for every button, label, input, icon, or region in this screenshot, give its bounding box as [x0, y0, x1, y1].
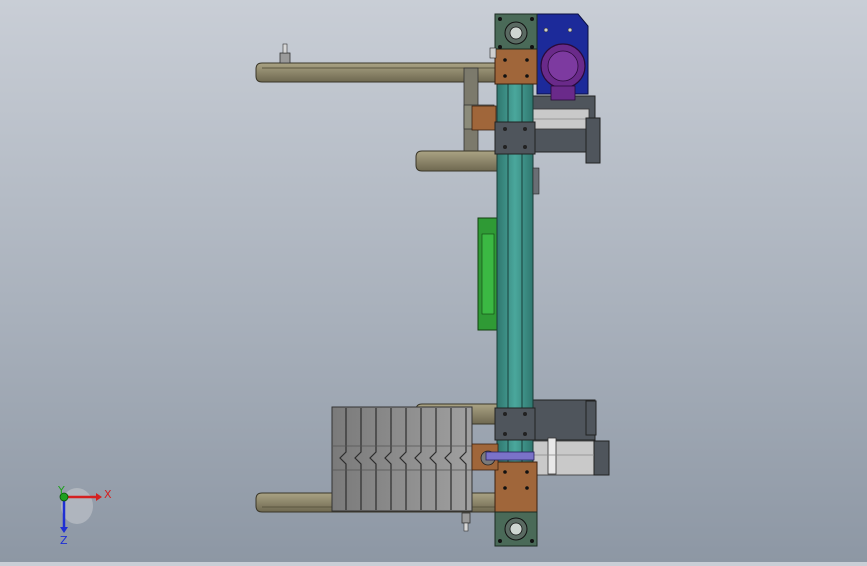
x-axis-label: X: [104, 488, 112, 501]
cad-viewport[interactable]: X Y Z: [0, 0, 867, 562]
upper-right-bracket: [532, 95, 601, 164]
top-motor: [536, 13, 589, 101]
lower-right-bracket: [532, 399, 610, 476]
upper-short-rail: [415, 150, 498, 172]
y-axis-label: Y: [57, 484, 65, 497]
cad-model: X Y Z: [57, 13, 610, 547]
green-board: [477, 217, 499, 331]
lower-carriage: [494, 407, 536, 441]
upper-carriage: [494, 121, 536, 155]
tray-stack: [331, 406, 473, 512]
axis-triad: X Y Z: [57, 484, 112, 547]
top-rail: [255, 43, 496, 83]
z-axis-label: Z: [60, 534, 68, 547]
top-end-plate: [489, 13, 538, 85]
bottom-end-plate: [494, 461, 538, 547]
